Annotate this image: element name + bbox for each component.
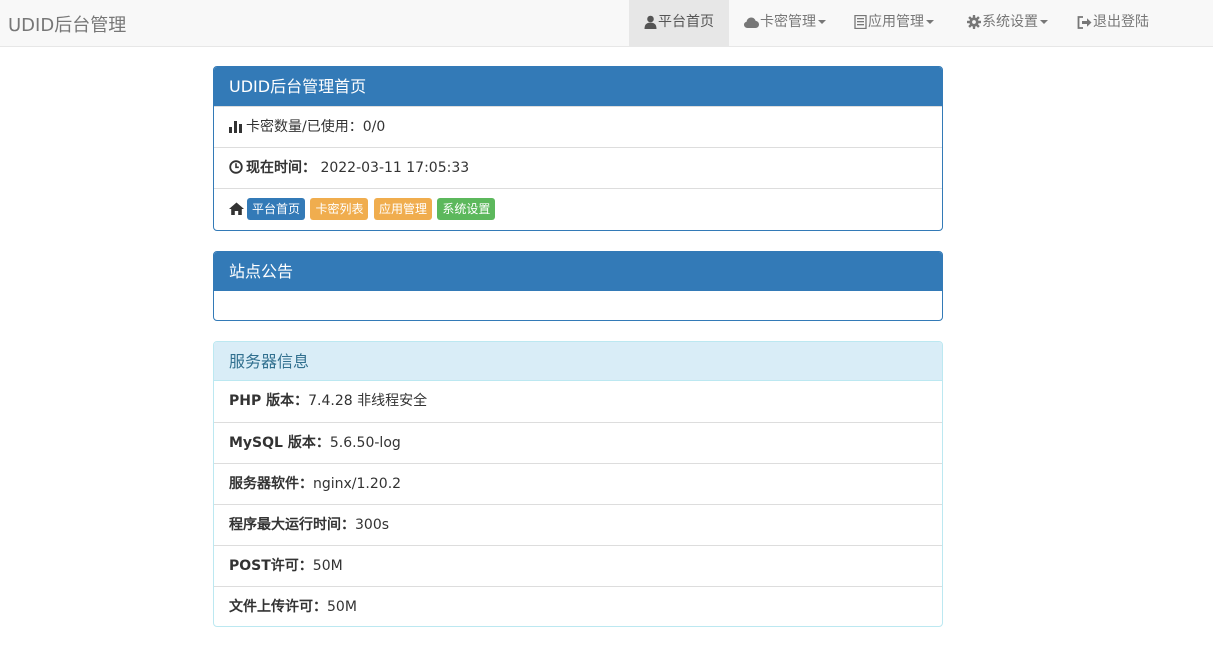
top-navbar: UDID后台管理 平台首页 卡密管理 应用管理 系统设置 退出登陆 xyxy=(0,0,1213,47)
current-time-label: 现在时间： xyxy=(246,160,316,176)
clock-icon xyxy=(229,160,243,174)
server-info-panel: 服务器信息 PHP 版本：7.4.28 非线程安全 MySQL 版本：5.6.5… xyxy=(213,341,943,627)
notice-panel-title: 站点公告 xyxy=(214,252,942,291)
caret-down-icon xyxy=(1040,20,1048,24)
nav-system-settings[interactable]: 系统设置 xyxy=(952,0,1062,46)
current-time-value: 2022-03-11 17:05:33 xyxy=(320,160,470,176)
home-icon xyxy=(229,202,244,215)
server-info-row: POST许可：50M xyxy=(214,545,942,586)
gear-icon xyxy=(967,15,981,29)
php-version-label: PHP 版本： xyxy=(229,393,309,409)
nav-app-management[interactable]: 应用管理 xyxy=(839,0,952,46)
post-max-size-label: POST许可： xyxy=(229,558,313,574)
upload-max-size-label: 文件上传许可： xyxy=(229,599,327,615)
quick-link-card-list[interactable]: 卡密列表 xyxy=(310,198,369,220)
server-info-row: PHP 版本：7.4.28 非线程安全 xyxy=(214,381,942,422)
server-info-row: 文件上传许可：50M xyxy=(214,586,942,627)
nav-home[interactable]: 平台首页 xyxy=(629,0,729,46)
bar-chart-icon xyxy=(229,120,243,133)
home-panel-title: UDID后台管理首页 xyxy=(214,67,942,106)
caret-down-icon xyxy=(926,20,934,24)
upload-max-size-value: 50M xyxy=(327,599,357,615)
user-icon xyxy=(644,15,657,29)
server-info-panel-title: 服务器信息 xyxy=(214,342,942,381)
server-info-row: MySQL 版本：5.6.50-log xyxy=(214,422,942,463)
nav-logout-label: 退出登陆 xyxy=(1093,14,1149,30)
nav-system-settings-label: 系统设置 xyxy=(982,14,1038,30)
card-stats-label: 卡密数量/已使用： xyxy=(246,119,363,135)
card-stats-row: 卡密数量/已使用：0/0 xyxy=(214,106,942,147)
cloud-icon xyxy=(744,17,759,28)
quick-link-system-settings[interactable]: 系统设置 xyxy=(437,198,496,220)
notice-panel: 站点公告 xyxy=(213,251,943,321)
nav-logout[interactable]: 退出登陆 xyxy=(1062,0,1162,46)
quick-links-row: 平台首页 卡密列表 应用管理 系统设置 xyxy=(214,188,942,229)
list-icon xyxy=(854,15,867,29)
server-software-label: 服务器软件： xyxy=(229,476,313,492)
current-time-row: 现在时间： 2022-03-11 17:05:33 xyxy=(214,147,942,188)
php-version-value: 7.4.28 非线程安全 xyxy=(308,393,428,409)
server-info-row: 程序最大运行时间：300s xyxy=(214,504,942,545)
nav-home-label: 平台首页 xyxy=(658,14,714,30)
home-panel: UDID后台管理首页 卡密数量/已使用：0/0 现在时间： 2022-03-11… xyxy=(213,66,943,231)
caret-down-icon xyxy=(818,20,826,24)
mysql-version-value: 5.6.50-log xyxy=(329,435,401,451)
max-execution-time-label: 程序最大运行时间： xyxy=(229,517,355,533)
notice-content xyxy=(214,291,942,307)
nav-card-management[interactable]: 卡密管理 xyxy=(729,0,839,46)
max-execution-time-value: 300s xyxy=(355,517,390,533)
card-stats-value: 0/0 xyxy=(362,119,386,135)
server-info-row: 服务器软件：nginx/1.20.2 xyxy=(214,463,942,504)
nav-card-management-label: 卡密管理 xyxy=(760,14,816,30)
quick-link-home[interactable]: 平台首页 xyxy=(247,198,306,220)
mysql-version-label: MySQL 版本： xyxy=(229,435,330,451)
brand-title[interactable]: UDID后台管理 xyxy=(8,11,126,37)
post-max-size-value: 50M xyxy=(312,558,343,574)
nav-app-management-label: 应用管理 xyxy=(868,14,924,30)
quick-link-app-management[interactable]: 应用管理 xyxy=(373,198,432,220)
server-software-value: nginx/1.20.2 xyxy=(313,476,402,492)
logout-icon xyxy=(1077,15,1092,29)
